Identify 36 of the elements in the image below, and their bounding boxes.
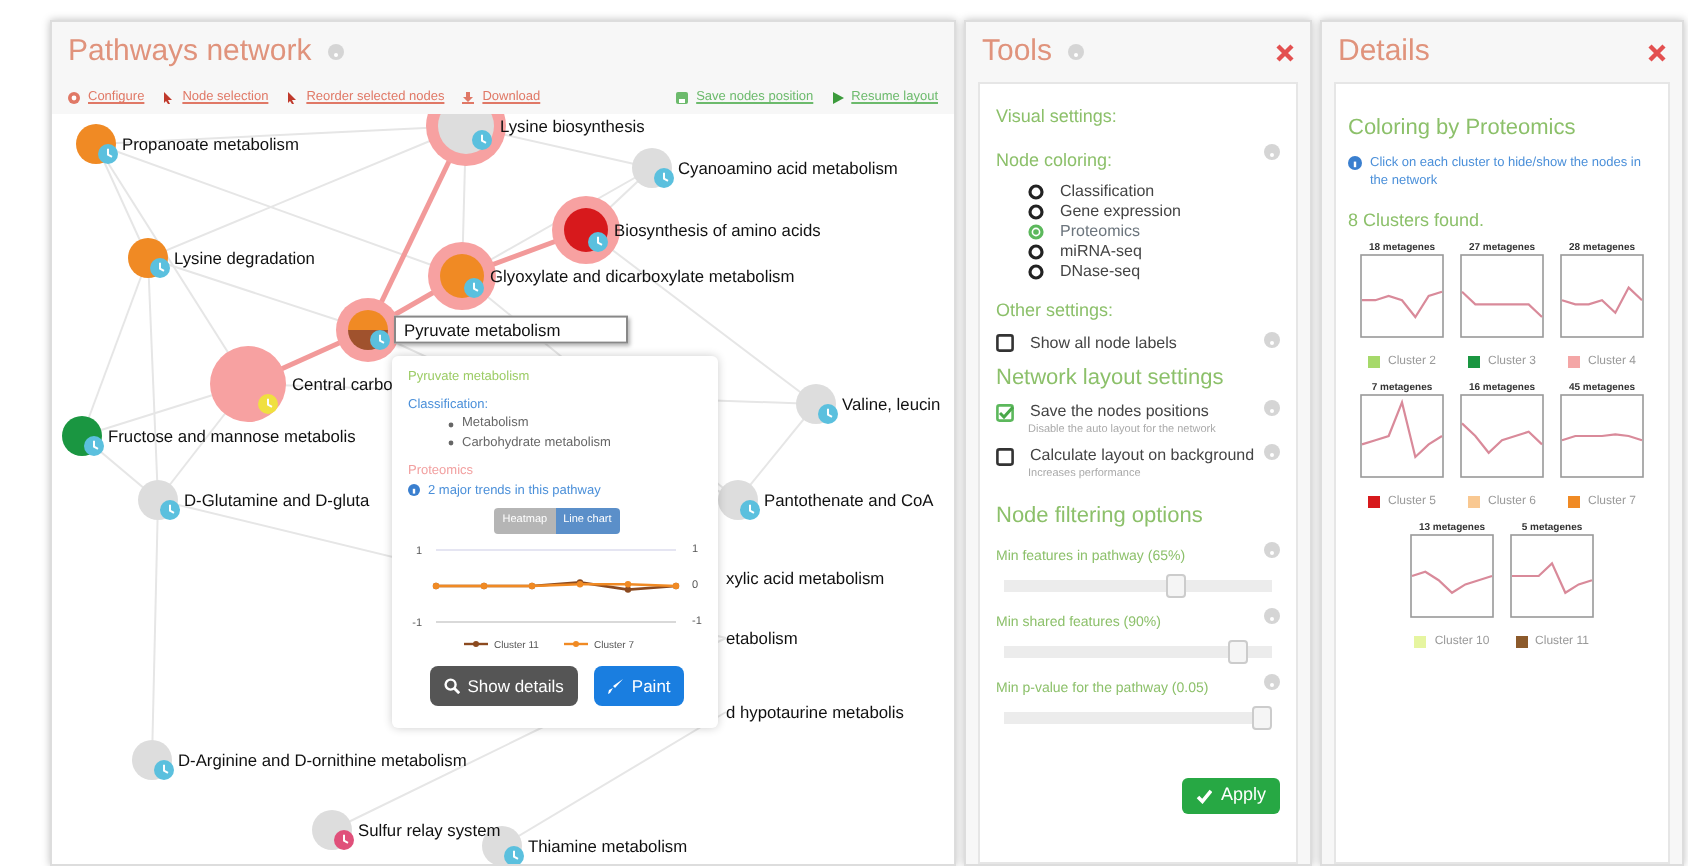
node-label: Propanoate metabolism xyxy=(122,135,299,152)
option-label: Proteomics xyxy=(1060,222,1141,242)
section-heading: Other settings: xyxy=(996,298,1116,324)
section-heading: Coloring by Proteomics xyxy=(1348,114,1578,144)
node-label: Lysine biosynthesis xyxy=(500,117,645,134)
option-label: Show all node labels xyxy=(1030,333,1177,353)
node-label: Pantothenate and CoA xyxy=(764,491,934,508)
panel-title: Pathways network xyxy=(68,31,312,72)
option-label: Save the nodes positions xyxy=(1030,402,1209,422)
node-label: Fructose and mannose metabolis xyxy=(108,427,356,444)
field-label: Node coloring: xyxy=(996,147,1113,174)
option-label: Calculate layout on background xyxy=(1030,446,1255,467)
section-heading: Visual settings: xyxy=(996,104,1119,130)
node-label: D-Arginine and D-ornithine metabolism xyxy=(178,751,467,768)
node-label: etabolism xyxy=(726,629,798,646)
panel-title: Details xyxy=(1338,31,1430,72)
node-label: Biosynthesis of amino acids xyxy=(614,221,821,238)
option-label: Gene expression xyxy=(1060,202,1181,222)
section-heading: Node filtering options xyxy=(996,501,1205,531)
section-heading: Network layout settings xyxy=(996,363,1226,393)
option-label: miRNA-seq xyxy=(1060,242,1142,262)
node-label: Central carbo xyxy=(292,375,393,392)
node-label: Pyruvate metabolism xyxy=(394,315,628,344)
node-label: Lysine degradation xyxy=(174,249,315,266)
node-label: d hypotaurine metabolis xyxy=(726,703,904,720)
node-label: Cyanoamino acid metabolism xyxy=(678,159,898,176)
node-label: Glyoxylate and dicarboxylate metabolism xyxy=(490,267,795,284)
panel-title: Tools xyxy=(982,31,1053,72)
node-label: Sulfur relay system xyxy=(358,821,501,838)
cluster-count: 8 Clusters found. xyxy=(1348,208,1487,234)
node-label: D-Glutamine and D-gluta xyxy=(184,491,370,508)
node-label: Valine, leucin xyxy=(842,395,941,412)
option-label: DNase-seq xyxy=(1060,262,1141,282)
node-label: xylic acid metabolism xyxy=(726,569,885,586)
option-label: Classification xyxy=(1060,182,1155,202)
node-label: Thiamine metabolism xyxy=(528,837,688,854)
